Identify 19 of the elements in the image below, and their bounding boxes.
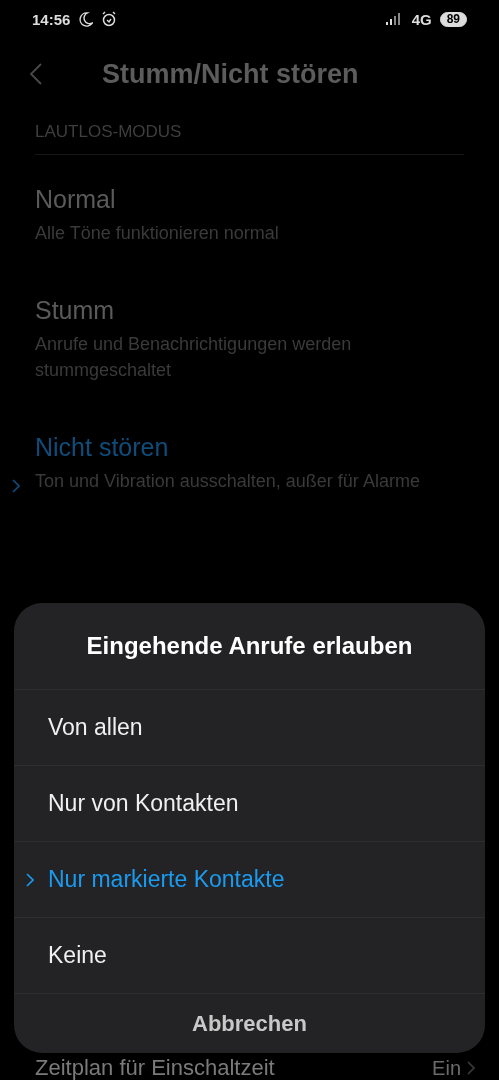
chevron-icon: [467, 1061, 475, 1075]
alarm-icon: [101, 11, 118, 27]
schedule-label: Zeitplan für Einschaltzeit: [35, 1056, 275, 1080]
dialog-option[interactable]: Nur markierte Kontakte: [14, 842, 485, 918]
page-title: Stumm/Nicht stören: [102, 58, 359, 90]
back-icon[interactable]: [30, 63, 42, 85]
selected-chevron-icon: [12, 479, 20, 493]
schedule-value: Ein: [432, 1056, 461, 1080]
status-time: 14:56: [32, 10, 71, 28]
selected-chevron-icon: [26, 873, 34, 887]
network-label: 4G: [411, 10, 432, 28]
section-label: LAUTLOS-MODUS: [35, 110, 464, 155]
battery-icon: 89: [439, 11, 467, 27]
dialog-option[interactable]: Von allen: [14, 690, 485, 766]
dialog-option[interactable]: Nur von Kontakten: [14, 766, 485, 842]
moon-icon: [78, 11, 94, 27]
cancel-button[interactable]: Abbrechen: [14, 994, 485, 1053]
dialog-title: Eingehende Anrufe erlauben: [14, 603, 485, 690]
dialog-option[interactable]: Keine: [14, 918, 485, 994]
